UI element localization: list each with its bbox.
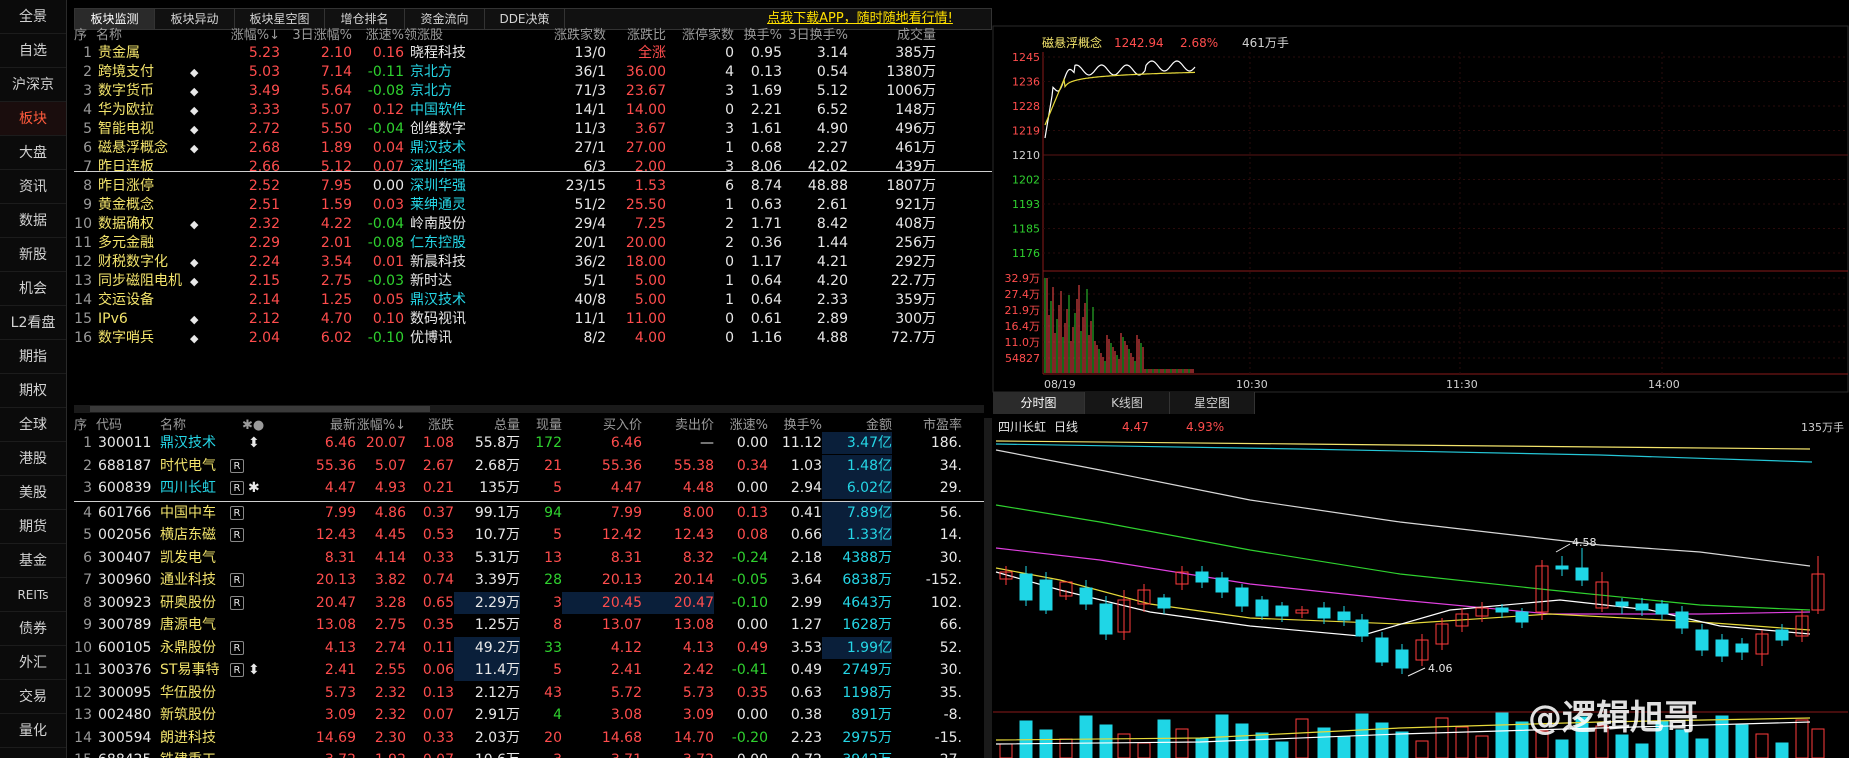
- app-window: 全景 自选 沪深京 板块 大盘 资讯 数据 新股 机会 L2看盘 期指 期权 全球 港股 美股 期货 基金 REI…: [0, 0, 1849, 758]
- intraday-volume: 461万手: [1242, 36, 1289, 50]
- vol-tick: 21.9万: [1005, 304, 1041, 317]
- panel-tab-0[interactable]: 分时图: [993, 392, 1085, 414]
- intraday-avg-line: [1044, 71, 1195, 126]
- panel-tab-1[interactable]: K线图: [1085, 392, 1170, 414]
- vol-tick: 16.4万: [1005, 320, 1041, 333]
- intraday-price: 1242.94: [1114, 36, 1164, 50]
- price-tick: 1219: [1012, 125, 1040, 138]
- panel-tab-2[interactable]: 星空图: [1170, 392, 1255, 414]
- time-tick: 08/19: [1044, 378, 1076, 391]
- price-tick: 1236: [1012, 76, 1040, 89]
- time-tick: 14:00: [1648, 378, 1680, 391]
- vol-tick: 27.4万: [1005, 288, 1041, 301]
- intraday-title: 磁悬浮概念: [1042, 35, 1102, 50]
- watermark-text: @逻辑旭哥: [1528, 698, 1698, 738]
- price-tick: 1245: [1012, 51, 1040, 64]
- vol-tick: 54827: [1005, 352, 1040, 365]
- time-tick: 10:30: [1236, 378, 1268, 391]
- intraday-chart: 磁悬浮概念 1242.94 2.68% 461万手 1245 1236 1228 1219 12…: [992, 25, 1849, 393]
- price-tick: 1202: [1012, 174, 1040, 187]
- price-tick: 1176: [1012, 247, 1040, 260]
- time-tick: 11:30: [1446, 378, 1478, 391]
- vol-tick: 32.9万: [1005, 272, 1041, 285]
- intraday-change: 2.68%: [1180, 36, 1218, 50]
- price-tick: 1210: [1012, 149, 1040, 162]
- vol-tick: 11.0万: [1005, 336, 1041, 349]
- price-tick: 1193: [1012, 198, 1040, 211]
- price-tick: 1228: [1012, 100, 1040, 113]
- price-tick: 1185: [1012, 223, 1040, 236]
